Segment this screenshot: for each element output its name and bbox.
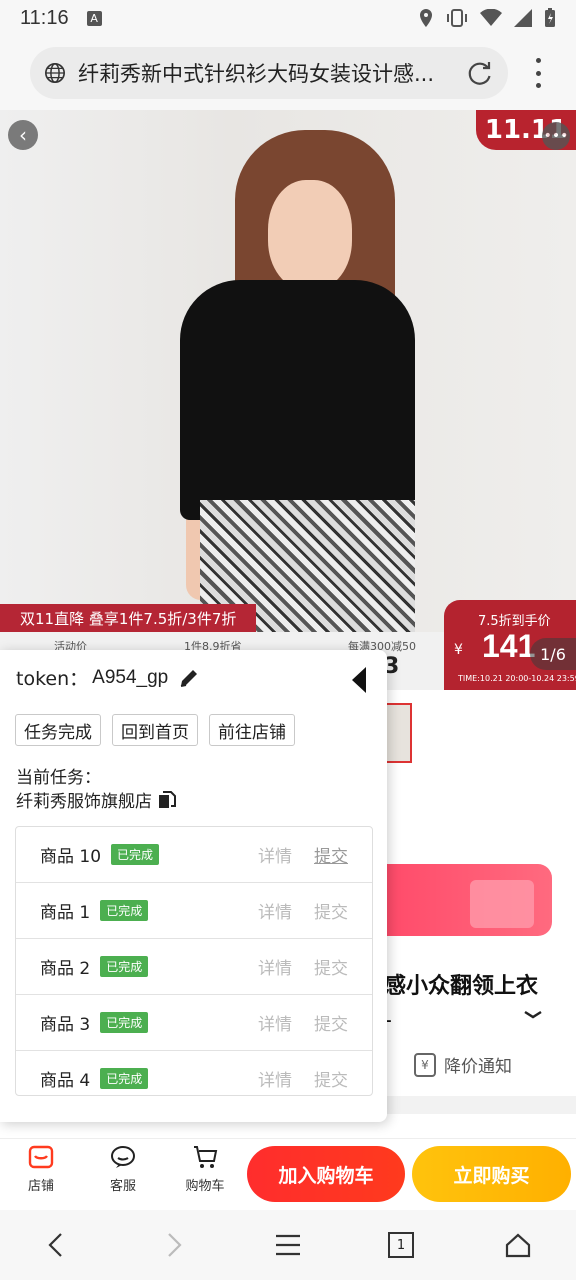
customer-service-icon xyxy=(111,1146,135,1168)
shop-icon xyxy=(28,1145,54,1169)
menu-nav-icon[interactable] xyxy=(273,1230,303,1260)
submit-link[interactable]: 提交 xyxy=(314,842,348,867)
detail-link[interactable]: 详情 xyxy=(258,954,292,979)
product-image[interactable]: 11.11 ‹ ••• 双11直降 叠享1件7.5折/3件7折 活动价 1件8.… xyxy=(0,110,576,690)
status-time: 11:16 xyxy=(20,6,69,29)
status-icons xyxy=(418,8,556,28)
gift-icon xyxy=(470,880,534,928)
token-row: token： A954_gp xyxy=(16,664,200,691)
cart-tab[interactable]: 购物车 xyxy=(175,1143,235,1194)
reload-icon[interactable] xyxy=(466,59,494,87)
status-badge: 已完成 xyxy=(100,900,149,921)
a-notification-icon: A xyxy=(86,10,102,26)
submit-link[interactable]: 提交 xyxy=(314,898,348,923)
task-row: 商品 3 已完成 详情 提交 xyxy=(16,995,372,1051)
task-row: 商品 10 已完成 详情 提交 xyxy=(16,827,372,883)
panel-buttons: 任务完成 回到首页 前往店铺 xyxy=(15,714,295,746)
battery-icon xyxy=(545,8,555,27)
price-notify-button[interactable]: ¥ 降价通知 xyxy=(414,1052,512,1077)
price-time: TIME:10.21 20:00-10.24 23:59 xyxy=(458,674,576,683)
location-icon xyxy=(420,9,432,27)
current-task-label: 当前任务： xyxy=(16,768,101,788)
signal-icon xyxy=(514,9,532,27)
browser-toolbar: 纤莉秀新中式针织衫大码女装设计感... xyxy=(0,36,576,110)
task-name: 商品 10 xyxy=(40,847,102,867)
task-complete-button[interactable]: 任务完成 xyxy=(15,714,101,746)
cart-icon xyxy=(194,1146,218,1168)
home-nav-icon[interactable] xyxy=(503,1230,533,1260)
shop-name: 纤莉秀服饰旗舰店 xyxy=(16,792,152,812)
current-task-shop: 纤莉秀服饰旗舰店 xyxy=(16,787,176,812)
go-to-shop-button[interactable]: 前往店铺 xyxy=(209,714,295,746)
tabs-nav-icon[interactable]: 1 xyxy=(388,1232,414,1258)
price-value: 141 xyxy=(482,628,536,664)
submit-link[interactable]: 提交 xyxy=(314,954,348,979)
image-thumbnail[interactable] xyxy=(384,703,412,763)
add-to-cart-button[interactable]: 加入购物车 xyxy=(247,1146,405,1202)
task-name: 商品 1 xyxy=(40,903,91,923)
shop-label: 店铺 xyxy=(27,1179,54,1194)
wifi-icon xyxy=(480,9,502,26)
price-currency: ¥ xyxy=(454,642,463,658)
task-name: 商品 3 xyxy=(40,1015,91,1035)
detail-link[interactable]: 详情 xyxy=(258,842,292,867)
address-bar[interactable]: 纤莉秀新中式针织衫大码女装设计感... xyxy=(30,47,508,99)
promo-strip: 双11直降 叠享1件7.5折/3件7折 xyxy=(0,604,256,632)
chevron-down-icon[interactable] xyxy=(522,1004,544,1026)
globe-icon xyxy=(45,63,65,83)
task-row: 商品 2 已完成 详情 提交 xyxy=(16,939,372,995)
submit-link[interactable]: 提交 xyxy=(314,1010,348,1035)
task-row: 商品 4 已完成 详情 提交 xyxy=(16,1051,372,1095)
vibrate-icon xyxy=(447,9,467,27)
detail-link[interactable]: 详情 xyxy=(258,1066,292,1091)
token-value: A954_gp xyxy=(92,666,169,688)
task-panel: token： A954_gp 任务完成 回到首页 前往店铺 当前任务： 纤莉秀服… xyxy=(0,650,387,1122)
task-name: 商品 4 xyxy=(40,1071,91,1091)
status-badge: 已完成 xyxy=(111,844,160,865)
service-label: 客服 xyxy=(109,1179,136,1194)
cart-label: 购物车 xyxy=(185,1179,225,1194)
edit-pencil-icon[interactable] xyxy=(178,667,200,689)
browser-menu-icon[interactable] xyxy=(526,58,550,88)
model-black-top xyxy=(180,280,415,520)
status-bar: 11:16 A xyxy=(0,0,576,36)
model-face xyxy=(268,180,352,290)
submit-link[interactable]: 提交 xyxy=(314,1066,348,1091)
url-text[interactable]: 纤莉秀新中式针织衫大码女装设计感... xyxy=(78,58,448,88)
image-page-indicator: 1/6 xyxy=(530,638,576,670)
price-tag-icon: ¥ xyxy=(414,1052,436,1077)
bottom-action-bar: 店铺 客服 购物车 加入购物车 立即购买 xyxy=(0,1138,576,1210)
task-row: 商品 1 已完成 详情 提交 xyxy=(16,883,372,939)
detail-link[interactable]: 详情 xyxy=(258,1010,292,1035)
buy-now-button[interactable]: 立即购买 xyxy=(412,1146,571,1202)
token-label: token： xyxy=(16,668,89,690)
price-notify-label: 降价通知 xyxy=(444,1057,512,1077)
back-arrow-icon[interactable]: ‹ xyxy=(8,120,38,150)
status-badge: 已完成 xyxy=(100,956,149,977)
back-nav-icon[interactable] xyxy=(42,1230,72,1260)
service-tab[interactable]: 客服 xyxy=(93,1143,153,1194)
task-name: 商品 2 xyxy=(40,959,91,979)
system-nav-bar: 1 xyxy=(0,1210,576,1280)
forward-nav-icon[interactable] xyxy=(158,1230,188,1260)
status-badge: 已完成 xyxy=(100,1068,149,1089)
copy-icon[interactable] xyxy=(158,790,176,809)
shop-tab[interactable]: 店铺 xyxy=(11,1143,71,1194)
more-icon[interactable]: ••• xyxy=(542,122,570,150)
status-badge: 已完成 xyxy=(100,1012,149,1033)
task-list[interactable]: 商品 10 已完成 详情 提交 商品 1 已完成 详情 提交 商品 2 已完成 … xyxy=(15,826,373,1096)
collapse-panel-icon[interactable] xyxy=(350,666,368,694)
detail-link[interactable]: 详情 xyxy=(258,898,292,923)
back-home-button[interactable]: 回到首页 xyxy=(112,714,198,746)
price-title: 7.5折到手价 xyxy=(478,614,551,629)
product-title: 感小众翻领上衣 xyxy=(384,974,539,999)
